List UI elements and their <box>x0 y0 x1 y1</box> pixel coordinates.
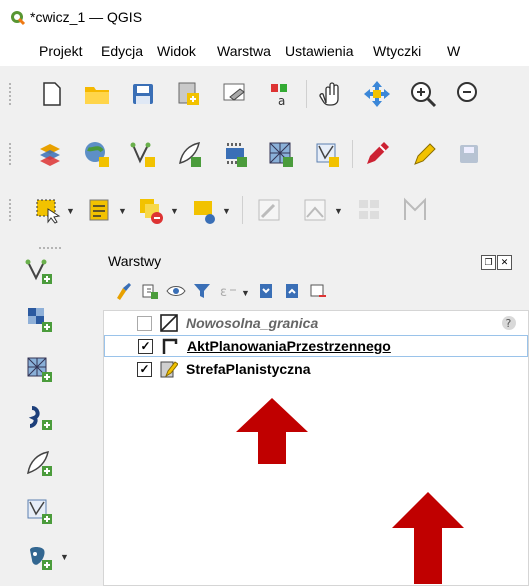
chevron-down-icon[interactable]: ▼ <box>334 206 343 216</box>
add-group-icon[interactable] <box>139 280 161 302</box>
chevron-down-icon[interactable]: ▼ <box>241 288 250 298</box>
style-manager-icon[interactable]: a <box>264 77 298 111</box>
add-spatialite-layer-icon[interactable] <box>22 446 56 480</box>
select-location-icon[interactable] <box>186 193 220 227</box>
panel-title: Warstwy <box>108 253 162 269</box>
layer-row-strefa[interactable]: ✓ StrefaPlanistyczna <box>104 359 528 381</box>
add-virtual-layer-icon[interactable] <box>22 494 56 528</box>
menu-ustawienia[interactable]: Ustawienia <box>285 43 353 59</box>
filter-legend-icon[interactable] <box>191 280 213 302</box>
digitize-pencil-red-icon[interactable] <box>360 137 394 171</box>
add-delimited-text-layer-icon[interactable] <box>22 400 56 434</box>
toolbar-grip[interactable] <box>8 198 12 222</box>
chevron-down-icon[interactable]: ▼ <box>170 206 179 216</box>
layer-name: AktPlanowaniaPrzestrzennego <box>187 338 391 354</box>
polygon-layer-icon <box>160 314 178 332</box>
layer-name: Nowosolna_granica <box>186 315 319 331</box>
new-geopackage-layer-icon[interactable] <box>80 137 114 171</box>
toolbar-separator <box>306 80 307 108</box>
annotation-arrow-up-icon <box>392 492 464 584</box>
new-memory-layer-icon[interactable] <box>218 137 252 171</box>
add-raster-layer-icon[interactable] <box>22 302 56 336</box>
data-source-manager-icon[interactable] <box>34 137 68 171</box>
toolbar-separator <box>352 140 353 168</box>
menu-truncated[interactable]: W <box>447 43 460 59</box>
add-postgis-layer-icon[interactable] <box>22 540 56 574</box>
close-icon[interactable]: ✕ <box>497 255 512 270</box>
new-shapefile-layer-icon[interactable] <box>126 137 160 171</box>
qgis-logo-icon <box>11 11 26 26</box>
collapse-all-icon[interactable] <box>281 280 303 302</box>
menu-widok[interactable]: Widok <box>157 43 196 59</box>
manage-visibility-icon[interactable] <box>165 280 187 302</box>
layer-row-aktplanowania[interactable]: ✓ AktPlanowaniaPrzestrzennego <box>104 335 528 357</box>
new-spatialite-layer-icon[interactable] <box>172 137 206 171</box>
svg-text:?: ? <box>506 317 512 330</box>
zoom-out-icon[interactable] <box>452 77 486 111</box>
toggle-editing-icon[interactable] <box>406 137 440 171</box>
layer-tree[interactable]: Nowosolna_granica ? ✓ AktPlanowaniaPrzes… <box>103 310 529 586</box>
layout-manager-icon[interactable] <box>218 77 252 111</box>
selection-toolbar: ▼ ▼ ▼ ▼ ▼ <box>0 184 529 234</box>
new-virtual-layer-icon[interactable] <box>310 137 344 171</box>
layer-visibility-checkbox[interactable]: ✓ <box>138 339 153 354</box>
open-layer-styling-icon[interactable] <box>113 280 135 302</box>
new-project-icon[interactable] <box>34 77 68 111</box>
svg-text:ε: ε <box>220 285 227 300</box>
project-toolbar: a <box>0 68 529 118</box>
unavailable-layer-icon[interactable]: ? <box>501 315 517 331</box>
toolbar-grip[interactable] <box>8 142 12 166</box>
menu-wtyczki[interactable]: Wtyczki <box>373 43 421 59</box>
layer-visibility-checkbox[interactable]: ✓ <box>137 362 152 377</box>
select-by-value-icon[interactable] <box>82 193 116 227</box>
chevron-down-icon[interactable]: ▼ <box>222 206 231 216</box>
layer-row-nowosolna[interactable]: Nowosolna_granica ? <box>104 313 528 335</box>
title-bar: *cwicz_1 — QGIS <box>0 0 529 34</box>
remove-layer-icon[interactable] <box>307 280 329 302</box>
new-mesh-layer-icon[interactable] <box>264 137 298 171</box>
toolbar-grip[interactable] <box>38 246 62 250</box>
deselect-features-icon[interactable] <box>134 193 168 227</box>
select-features-icon[interactable] <box>30 193 64 227</box>
float-panel-icon[interactable]: ❐ <box>481 255 496 270</box>
filter-expression-icon[interactable]: ε <box>217 280 239 302</box>
chevron-down-icon[interactable]: ▼ <box>66 206 75 216</box>
menu-projekt[interactable]: Projekt <box>39 43 83 59</box>
window-title: *cwicz_1 — QGIS <box>30 9 143 25</box>
layers-toolbar-vertical: ▼ <box>0 240 95 584</box>
chevron-down-icon[interactable]: ▼ <box>60 552 69 562</box>
measure-icon[interactable] <box>398 193 432 227</box>
attribute-form-icon[interactable] <box>252 193 286 227</box>
menu-edycja[interactable]: Edycja <box>101 43 143 59</box>
annotation-arrow-up-icon <box>236 398 308 464</box>
map-tips-icon[interactable] <box>298 193 332 227</box>
manage-layers-toolbar <box>0 128 529 178</box>
chevron-down-icon[interactable]: ▼ <box>118 206 127 216</box>
add-mesh-layer-icon[interactable] <box>22 352 56 386</box>
new-print-layout-icon[interactable] <box>172 77 206 111</box>
expand-all-icon[interactable] <box>255 280 277 302</box>
layer-name: StrefaPlanistyczna <box>186 361 311 377</box>
save-edits-icon[interactable] <box>452 137 486 171</box>
svg-text:a: a <box>278 94 285 108</box>
pan-to-selection-icon[interactable] <box>360 77 394 111</box>
pan-hand-icon[interactable] <box>314 77 348 111</box>
menu-bar: Projekt Edycja Widok Warstwa Ustawienia … <box>0 34 529 66</box>
add-vector-layer-icon[interactable] <box>22 254 56 288</box>
field-calculator-icon[interactable] <box>352 193 386 227</box>
menu-warstwa[interactable]: Warstwa <box>217 43 271 59</box>
save-project-icon[interactable] <box>126 77 160 111</box>
layer-visibility-checkbox[interactable] <box>137 316 152 331</box>
line-layer-icon <box>162 338 178 354</box>
open-project-icon[interactable] <box>80 77 114 111</box>
toolbar-separator <box>242 196 243 224</box>
zoom-in-icon[interactable] <box>406 77 440 111</box>
polygon-edit-layer-icon <box>160 361 178 378</box>
toolbar-grip[interactable] <box>8 82 12 106</box>
